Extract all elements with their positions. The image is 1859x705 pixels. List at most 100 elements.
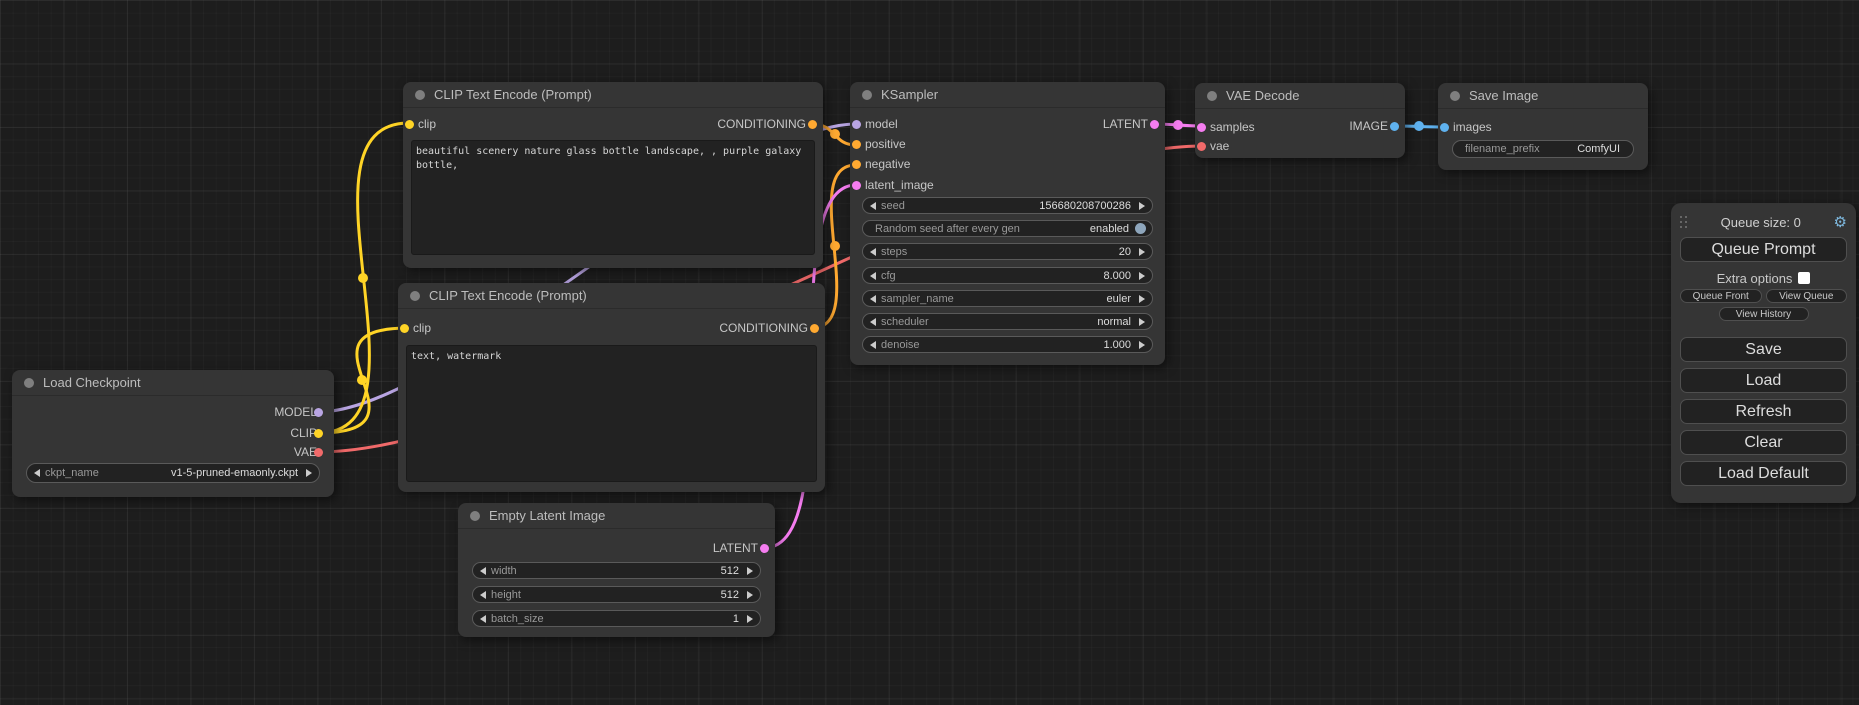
output-row-latent: LATENT [458,539,775,557]
collapse-dot-icon[interactable] [470,511,480,521]
view-queue-button[interactable]: View Queue [1766,289,1848,303]
node-title-bar[interactable]: CLIP Text Encode (Prompt) [403,82,823,108]
node-clip-text-encode-positive[interactable]: CLIP Text Encode (Prompt) clip CONDITION… [403,82,823,268]
input-row-latent-image: latent_image [850,176,1165,194]
increment-arrow-icon[interactable] [747,591,753,599]
increment-arrow-icon[interactable] [1139,202,1145,210]
prompt-textarea[interactable]: beautiful scenery nature glass bottle la… [411,140,815,255]
view-history-button[interactable]: View History [1719,307,1809,321]
increment-arrow-icon[interactable] [306,469,312,477]
extra-options-label: Extra options [1717,271,1793,286]
node-title-bar[interactable]: CLIP Text Encode (Prompt) [398,283,825,309]
link-midpoint-dot[interactable] [358,273,368,283]
increment-arrow-icon[interactable] [747,615,753,623]
decrement-arrow-icon[interactable] [480,567,486,575]
link-midpoint-dot[interactable] [830,129,840,139]
node-graph-canvas[interactable]: { "app": "ComfyUI graph editor", "colors… [0,0,1859,705]
output-slot-image[interactable] [1390,122,1399,131]
input-label: images [1453,120,1492,134]
output-label: CLIP [290,426,317,440]
decrement-arrow-icon[interactable] [870,202,876,210]
batch-size-widget[interactable]: batch_size 1 [472,610,761,627]
decrement-arrow-icon[interactable] [870,295,876,303]
denoise-widget[interactable]: denoise 1.000 [862,336,1153,353]
input-row-negative: negative [850,155,1165,173]
toggle-enabled-icon[interactable] [1135,223,1146,234]
save-button[interactable]: Save [1680,337,1847,362]
collapse-dot-icon[interactable] [415,90,425,100]
extra-options-checkbox[interactable] [1798,272,1810,284]
link-midpoint-dot[interactable] [1414,121,1424,131]
node-title-bar[interactable]: VAE Decode [1195,83,1405,109]
link-midpoint-dot[interactable] [830,241,840,251]
queue-prompt-button[interactable]: Queue Prompt [1680,237,1847,262]
node-vae-decode[interactable]: VAE Decode samples vae IMAGE [1195,83,1405,158]
output-slot-clip[interactable] [314,429,323,438]
input-slot-latent-image[interactable] [852,181,861,190]
decrement-arrow-icon[interactable] [34,469,40,477]
output-slot-latent[interactable] [1150,120,1159,129]
output-label: LATENT [713,541,758,555]
output-slot-conditioning[interactable] [810,324,819,333]
prompt-textarea[interactable]: text, watermark [406,345,817,482]
collapse-dot-icon[interactable] [24,378,34,388]
ckpt-name-combo[interactable]: ckpt_name v1-5-pruned-emaonly.ckpt [26,463,320,483]
filename-prefix-widget[interactable]: filename_prefix ComfyUI [1452,140,1634,158]
random-seed-toggle-widget[interactable]: Random seed after every gen enabled [862,220,1153,237]
increment-arrow-icon[interactable] [1139,295,1145,303]
output-slot-conditioning[interactable] [808,120,817,129]
refresh-button[interactable]: Refresh [1680,399,1847,424]
node-title: CLIP Text Encode (Prompt) [434,87,592,102]
clear-button[interactable]: Clear [1680,430,1847,455]
input-slot-vae[interactable] [1197,142,1206,151]
steps-widget[interactable]: steps 20 [862,243,1153,260]
width-widget[interactable]: width 512 [472,562,761,579]
sampler-name-combo[interactable]: sampler_name euler [862,290,1153,307]
height-widget[interactable]: height 512 [472,586,761,603]
input-slot-images[interactable] [1440,123,1449,132]
node-title-bar[interactable]: Save Image [1438,83,1648,109]
decrement-arrow-icon[interactable] [480,591,486,599]
input-row-vae: vae [1195,137,1405,155]
increment-arrow-icon[interactable] [747,567,753,575]
collapse-dot-icon[interactable] [862,90,872,100]
node-clip-text-encode-negative[interactable]: CLIP Text Encode (Prompt) clip CONDITION… [398,283,825,492]
settings-gear-icon[interactable]: ⚙ [1834,215,1847,230]
input-slot-negative[interactable] [852,160,861,169]
increment-arrow-icon[interactable] [1139,318,1145,326]
increment-arrow-icon[interactable] [1139,248,1145,256]
decrement-arrow-icon[interactable] [870,318,876,326]
collapse-dot-icon[interactable] [1450,91,1460,101]
cfg-widget[interactable]: cfg 8.000 [862,267,1153,284]
scheduler-combo[interactable]: scheduler normal [862,313,1153,330]
node-title: KSampler [881,87,938,102]
input-slot-positive[interactable] [852,140,861,149]
decrement-arrow-icon[interactable] [870,272,876,280]
increment-arrow-icon[interactable] [1139,272,1145,280]
load-default-button[interactable]: Load Default [1680,461,1847,486]
output-slot-model[interactable] [314,408,323,417]
link-midpoint-dot[interactable] [1173,120,1183,130]
queue-front-button[interactable]: Queue Front [1680,289,1762,303]
decrement-arrow-icon[interactable] [480,615,486,623]
node-ksampler[interactable]: KSampler model positive negative latent_… [850,82,1165,365]
node-load-checkpoint[interactable]: Load Checkpoint MODEL CLIP VAE ckpt_name… [12,370,334,497]
seed-widget[interactable]: seed 156680208700286 [862,197,1153,214]
collapse-dot-icon[interactable] [410,291,420,301]
node-save-image[interactable]: Save Image images filename_prefix ComfyU… [1438,83,1648,170]
output-label: IMAGE [1349,119,1388,133]
load-button[interactable]: Load [1680,368,1847,393]
node-empty-latent-image[interactable]: Empty Latent Image LATENT width 512 heig… [458,503,775,637]
link-midpoint-dot[interactable] [357,375,367,385]
decrement-arrow-icon[interactable] [870,248,876,256]
increment-arrow-icon[interactable] [1139,341,1145,349]
output-slot-vae[interactable] [314,448,323,457]
output-slot-latent[interactable] [760,544,769,553]
drag-handle-icon[interactable] [1680,216,1688,228]
output-row-latent: LATENT [850,115,1165,133]
collapse-dot-icon[interactable] [1207,91,1217,101]
decrement-arrow-icon[interactable] [870,341,876,349]
node-title-bar[interactable]: Empty Latent Image [458,503,775,529]
node-title-bar[interactable]: Load Checkpoint [12,370,334,396]
node-title-bar[interactable]: KSampler [850,82,1165,108]
